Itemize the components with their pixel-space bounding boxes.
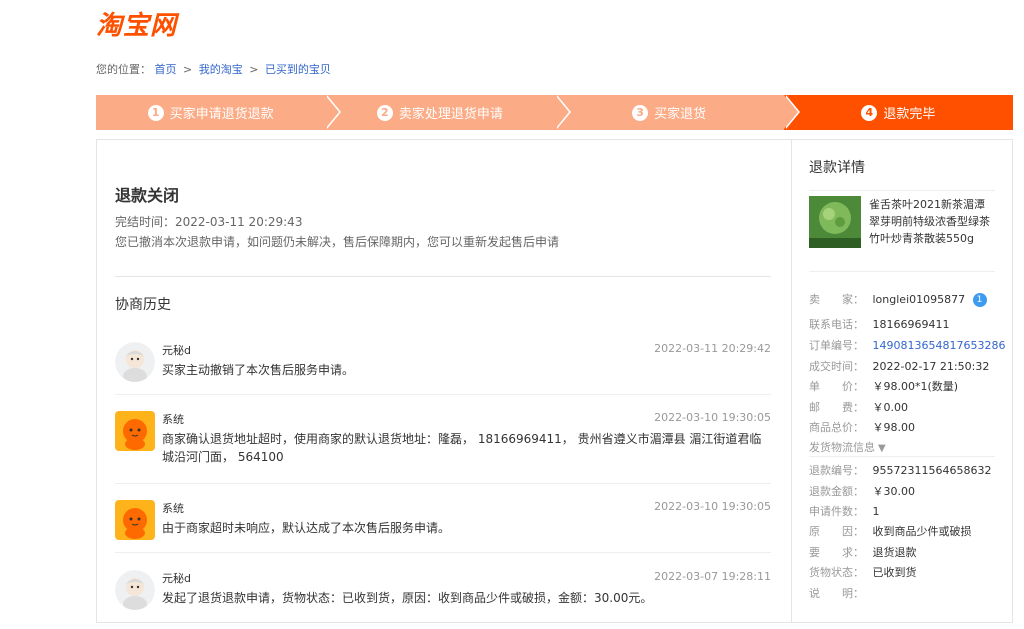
refund-number-value: 95572311564658632 <box>872 464 992 477</box>
wangwang-chat-icon[interactable] <box>972 293 987 307</box>
divider <box>809 190 995 191</box>
history-time: 2022-03-10 19:30:05 <box>654 411 771 424</box>
goods-status-row: 货物状态： 已收到货 <box>809 564 917 580</box>
history-author: 元秘d <box>162 344 191 357</box>
total-price-row: 商品总价： ￥98.00 <box>809 419 915 435</box>
step-label: 卖家处理退货申请 <box>398 107 503 122</box>
breadcrumb-prefix: 您的位置： <box>96 63 151 76</box>
divider <box>809 271 995 272</box>
system-avatar <box>115 411 155 451</box>
phone-label: 联系电话： <box>809 318 864 331</box>
history-title: 协商历史 <box>115 297 171 313</box>
breadcrumb-bought[interactable]: 已买到的宝贝 <box>265 63 331 76</box>
total-price-value: ￥98.00 <box>872 421 916 434</box>
breadcrumb: 您的位置： 首页 > 我的淘宝 > 已买到的宝贝 <box>96 61 331 77</box>
divider <box>809 456 995 457</box>
goods-status-value: 已收到货 <box>872 566 917 579</box>
history-message: 发起了退货退款申请，货物状态：已收到货，原因：收到商品少件或破损，金额：30.0… <box>162 591 653 605</box>
step-label: 退款完毕 <box>883 107 936 122</box>
taobao-logo[interactable]: 淘宝网 <box>96 4 177 42</box>
breadcrumb-my-taobao[interactable]: 我的淘宝 <box>199 63 243 76</box>
step-3: 3 买家退货 <box>554 95 800 130</box>
history-message: 商家确认退货地址超时，使用商家的默认退货地址：隆磊， 18166969411， … <box>162 432 762 464</box>
phone-row: 联系电话： 18166969411 <box>809 316 949 332</box>
refund-reason-value: 收到商品少件或破损 <box>872 525 972 538</box>
seller-row: 卖 家： longlei01095877 <box>809 291 987 307</box>
breadcrumb-sep: > <box>249 63 259 76</box>
progress-steps: 1 买家申请退货退款 2 卖家处理退货申请 3 买家退货 4 退款完毕 <box>96 95 1013 130</box>
chevron-down-icon[interactable]: ▼ <box>878 443 886 454</box>
deal-time-row: 成交时间： 2022-02-17 21:50:32 <box>809 358 989 374</box>
history-author: 元秘d <box>162 572 191 585</box>
refund-reason-row: 原 因： 收到商品少件或破损 <box>809 523 972 539</box>
history-author: 系统 <box>162 502 184 515</box>
refund-reason-label: 原 因： <box>809 525 864 538</box>
refund-detail-panel: 退款详情 雀舌茶叶2021新茶湄潭翠芽明前特级浓香型绿茶竹叶炒青茶散装550g … <box>791 139 1013 623</box>
user-avatar <box>115 570 155 610</box>
refund-amount-row: 退款金额： ￥30.00 <box>809 483 915 499</box>
refund-quantity-label: 申请件数： <box>809 505 864 518</box>
goods-status-label: 货物状态： <box>809 566 864 579</box>
product-image[interactable] <box>809 196 861 248</box>
unit-price-value: ￥98.00*1(数量) <box>872 380 959 393</box>
deal-time-label: 成交时间： <box>809 360 864 373</box>
refund-quantity-value: 1 <box>872 505 880 518</box>
product-title[interactable]: 雀舌茶叶2021新茶湄潭翠芽明前特级浓香型绿茶竹叶炒青茶散装550g <box>869 196 991 247</box>
refund-note-row: 说 明： <box>809 585 869 601</box>
seller-label: 卖 家： <box>809 293 864 306</box>
step-number: 3 <box>632 104 649 121</box>
step-label: 买家退货 <box>654 107 707 122</box>
logo-text: 淘宝网 <box>96 10 178 41</box>
seller-value[interactable]: longlei01095877 <box>873 293 966 306</box>
divider <box>115 552 771 553</box>
refund-request-label: 要 求： <box>809 546 864 559</box>
step-label: 买家申请退货退款 <box>169 107 274 122</box>
refund-number-row: 退款编号： 95572311564658632 <box>809 462 991 478</box>
deal-time-value: 2022-02-17 21:50:32 <box>872 360 990 373</box>
refund-number-label: 退款编号： <box>809 464 864 477</box>
step-2: 2 卖家处理退货申请 <box>325 95 571 130</box>
history-message: 由于商家超时未响应，默认达成了本次售后服务申请。 <box>162 521 451 535</box>
user-avatar <box>115 342 155 382</box>
order-number-row: 订单编号： 1490813654817653286 <box>809 337 1005 353</box>
shipping-fee-label: 邮 费： <box>809 401 864 414</box>
phone-value: 18166969411 <box>872 318 950 331</box>
step-number: 2 <box>376 104 393 121</box>
divider <box>115 483 771 484</box>
order-number-link[interactable]: 1490813654817653286 <box>873 339 1006 352</box>
total-price-label: 商品总价： <box>809 421 864 434</box>
refund-status-title: 退款关闭 <box>115 186 180 205</box>
history-author: 系统 <box>162 413 184 426</box>
breadcrumb-home[interactable]: 首页 <box>155 63 177 76</box>
order-number-label: 订单编号： <box>809 339 864 352</box>
shipping-fee-value: ￥0.00 <box>872 401 909 414</box>
divider <box>115 394 771 395</box>
logistics-toggle[interactable]: 发货物流信息 ▼ <box>809 439 886 455</box>
divider <box>115 276 771 277</box>
history-time: 2022-03-07 19:28:11 <box>654 570 771 583</box>
history-time: 2022-03-11 20:29:42 <box>654 342 771 355</box>
step-1: 1 买家申请退货退款 <box>96 95 342 130</box>
refund-note-label: 说 明： <box>809 587 864 600</box>
refund-amount-value: ￥30.00 <box>872 485 916 498</box>
system-avatar <box>115 500 155 540</box>
step-number: 1 <box>147 104 164 121</box>
unit-price-row: 单 价： ￥98.00*1(数量) <box>809 378 958 394</box>
history-time: 2022-03-10 19:30:05 <box>654 500 771 513</box>
refund-finish-time: 完结时间：2022-03-11 20:29:43 <box>115 215 303 229</box>
refund-status-note: 您已撤消本次退款申请，如问题仍未解决，售后保障期内，您可以重新发起售后申请 <box>115 235 560 249</box>
refund-amount-label: 退款金额： <box>809 485 864 498</box>
step-number: 4 <box>861 104 878 121</box>
refund-request-value: 退货退款 <box>872 546 917 559</box>
breadcrumb-sep: > <box>183 63 193 76</box>
refund-main-panel: 退款关闭 完结时间：2022-03-11 20:29:43 您已撤消本次退款申请… <box>96 139 791 623</box>
refund-detail-title: 退款详情 <box>809 160 865 176</box>
logistics-label[interactable]: 发货物流信息 <box>809 441 875 454</box>
history-message: 买家主动撤销了本次售后服务申请。 <box>162 363 355 377</box>
refund-request-row: 要 求： 退货退款 <box>809 544 917 560</box>
step-4: 4 退款完毕 <box>783 95 1013 130</box>
unit-price-label: 单 价： <box>809 380 864 393</box>
shipping-fee-row: 邮 费： ￥0.00 <box>809 399 908 415</box>
refund-quantity-row: 申请件数： 1 <box>809 503 880 519</box>
